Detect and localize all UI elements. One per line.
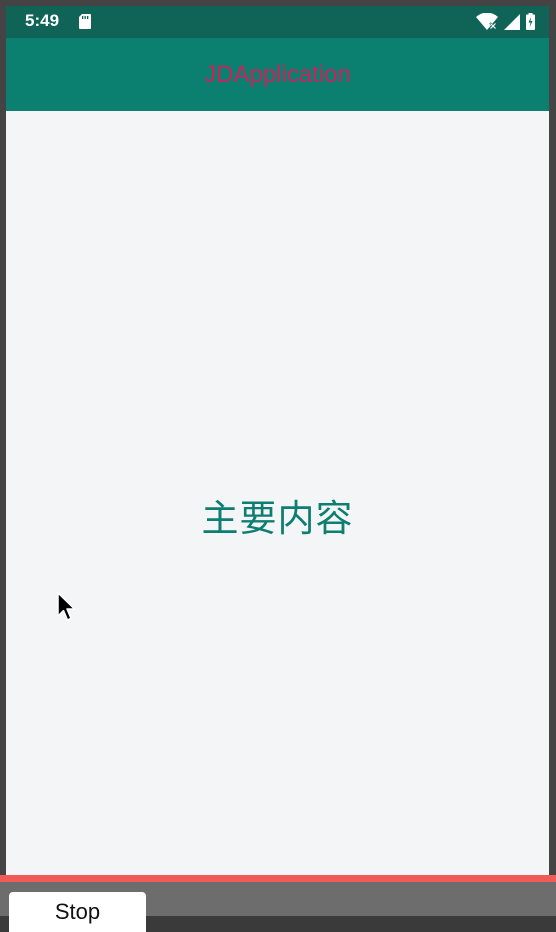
status-bar: 5:49: [6, 6, 549, 38]
phone-screen: 5:49 JDApplication 主要内容: [6, 6, 549, 875]
main-content-text: 主要内容: [201, 497, 354, 540]
mouse-pointer-icon: [57, 592, 76, 621]
stop-button[interactable]: Stop: [9, 892, 146, 932]
recording-indicator-bar: [0, 875, 556, 882]
sd-card-icon: [79, 14, 91, 29]
cell-signal-icon: [504, 13, 520, 30]
status-time: 5:49: [25, 11, 60, 30]
wifi-icon: [476, 13, 498, 30]
app-bar: JDApplication: [6, 38, 549, 111]
status-icons: [476, 13, 535, 30]
app-title: JDApplication: [204, 60, 351, 88]
main-content: 主要内容: [6, 111, 549, 875]
device-frame: 5:49 JDApplication 主要内容 Stop: [0, 0, 556, 932]
battery-icon: [526, 13, 535, 30]
